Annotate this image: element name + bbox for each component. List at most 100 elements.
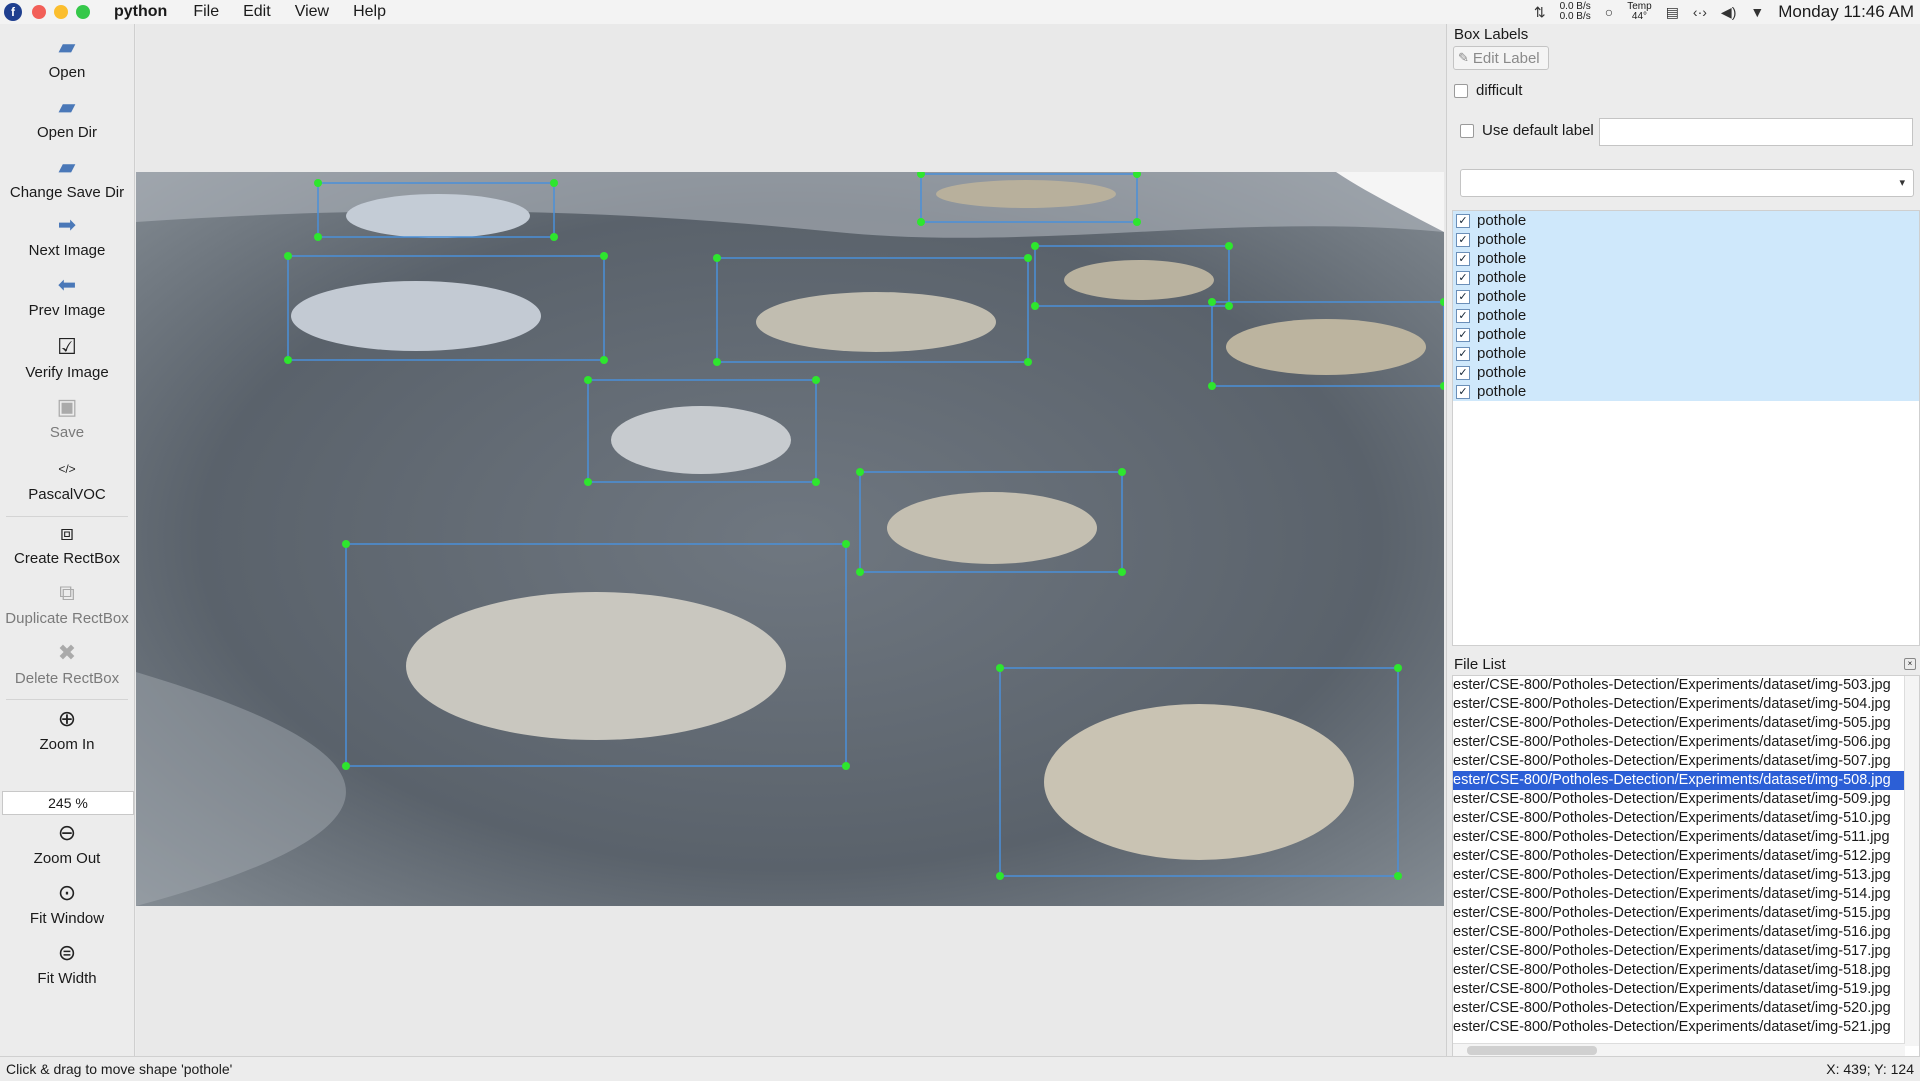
label-list[interactable]: ✓ pothole ✓ pothole ✓ pothole ✓ pothole ✓ pothole… bbox=[1452, 210, 1920, 646]
vertex-handle[interactable] bbox=[1031, 242, 1039, 250]
label-list-item[interactable]: ✓ pothole bbox=[1453, 344, 1919, 363]
open-button[interactable]: ▰ Open bbox=[0, 34, 134, 81]
vertex-handle[interactable] bbox=[856, 468, 864, 476]
menu-edit[interactable]: Edit bbox=[243, 3, 271, 21]
file-list-item[interactable]: ester/CSE-800/Potholes-Detection/Experim… bbox=[1453, 847, 1919, 866]
label-list-item[interactable]: ✓ pothole bbox=[1453, 249, 1919, 268]
file-list-item[interactable]: ester/CSE-800/Potholes-Detection/Experim… bbox=[1453, 885, 1919, 904]
label-list-item[interactable]: ✓ pothole bbox=[1453, 230, 1919, 249]
label-visibility-checkbox[interactable]: ✓ bbox=[1456, 232, 1470, 247]
file-list-item[interactable]: ester/CSE-800/Potholes-Detection/Experim… bbox=[1453, 828, 1919, 847]
prev-image-button[interactable]: ⬅ Prev Image bbox=[0, 272, 134, 319]
zoom-level-field[interactable]: 245 % bbox=[2, 791, 134, 815]
file-list-item[interactable]: ester/CSE-800/Potholes-Detection/Experim… bbox=[1453, 676, 1919, 695]
label-list-item[interactable]: ✓ pothole bbox=[1453, 287, 1919, 306]
edit-label-button[interactable]: ✎ Edit Label bbox=[1453, 46, 1549, 70]
vertex-handle[interactable] bbox=[1394, 664, 1402, 672]
vertex-handle[interactable] bbox=[842, 540, 850, 548]
vertex-handle[interactable] bbox=[284, 356, 292, 364]
label-visibility-checkbox[interactable]: ✓ bbox=[1456, 346, 1470, 361]
change-save-dir-button[interactable]: ▰ Change Save Dir bbox=[0, 154, 134, 201]
clock[interactable]: Monday 11:46 AM bbox=[1778, 2, 1914, 22]
duplicate-rectbox-button[interactable]: ⧉ Duplicate RectBox bbox=[0, 580, 134, 627]
vertex-handle[interactable] bbox=[284, 252, 292, 260]
label-list-item[interactable]: ✓ pothole bbox=[1453, 382, 1919, 401]
lightbulb-icon[interactable]: ○ bbox=[1605, 4, 1613, 20]
file-list-item[interactable]: ester/CSE-800/Potholes-Detection/Experim… bbox=[1453, 923, 1919, 942]
vertex-handle[interactable] bbox=[1225, 242, 1233, 250]
default-label-input[interactable] bbox=[1599, 118, 1913, 146]
file-list-vertical-scrollbar[interactable] bbox=[1904, 676, 1919, 1046]
vertex-handle[interactable] bbox=[550, 233, 558, 241]
fedora-logo-icon[interactable]: f bbox=[4, 3, 22, 21]
dropdown-arrow-icon[interactable]: ▼ bbox=[1750, 4, 1764, 20]
difficult-checkbox[interactable] bbox=[1454, 83, 1468, 98]
file-list-item[interactable]: ester/CSE-800/Potholes-Detection/Experim… bbox=[1453, 790, 1919, 809]
fit-window-button[interactable]: ⊙ Fit Window bbox=[0, 880, 134, 927]
save-button[interactable]: ▣ Save bbox=[0, 394, 134, 441]
label-list-item[interactable]: ✓ pothole bbox=[1453, 325, 1919, 344]
chevron-down-icon[interactable]: ▾ bbox=[1899, 176, 1905, 189]
vertex-handle[interactable] bbox=[842, 762, 850, 770]
vertex-handle[interactable] bbox=[600, 356, 608, 364]
file-list-item[interactable]: ester/CSE-800/Potholes-Detection/Experim… bbox=[1453, 904, 1919, 923]
vertex-handle[interactable] bbox=[812, 478, 820, 486]
file-list-item[interactable]: ester/CSE-800/Potholes-Detection/Experim… bbox=[1453, 980, 1919, 999]
label-visibility-checkbox[interactable]: ✓ bbox=[1456, 270, 1470, 285]
vertex-handle[interactable] bbox=[713, 358, 721, 366]
open-dir-button[interactable]: ▰ Open Dir bbox=[0, 94, 134, 141]
label-visibility-checkbox[interactable]: ✓ bbox=[1456, 308, 1470, 323]
label-filter-combobox[interactable]: ▾ bbox=[1460, 169, 1914, 197]
file-list-item[interactable]: ester/CSE-800/Potholes-Detection/Experim… bbox=[1453, 1018, 1919, 1037]
menu-file[interactable]: File bbox=[193, 3, 219, 21]
vertex-handle[interactable] bbox=[1031, 302, 1039, 310]
vertex-handle[interactable] bbox=[342, 762, 350, 770]
zoom-in-button[interactable]: ⊕ Zoom In bbox=[0, 706, 134, 753]
create-rectbox-button[interactable]: ⧈ Create RectBox bbox=[0, 520, 134, 567]
use-default-label-row[interactable]: Use default label bbox=[1460, 122, 1594, 139]
file-list-item[interactable]: ester/CSE-800/Potholes-Detection/Experim… bbox=[1453, 714, 1919, 733]
clipboard-icon[interactable]: ▤ bbox=[1666, 4, 1679, 21]
label-visibility-checkbox[interactable]: ✓ bbox=[1456, 213, 1470, 228]
vertex-handle[interactable] bbox=[1024, 254, 1032, 262]
file-list-item[interactable]: ester/CSE-800/Potholes-Detection/Experim… bbox=[1453, 961, 1919, 980]
close-window-button[interactable] bbox=[32, 5, 46, 19]
maximize-window-button[interactable] bbox=[76, 5, 90, 19]
label-visibility-checkbox[interactable]: ✓ bbox=[1456, 384, 1470, 399]
vertex-handle[interactable] bbox=[1394, 872, 1402, 880]
label-list-item[interactable]: ✓ pothole bbox=[1453, 211, 1919, 230]
vertex-handle[interactable] bbox=[550, 179, 558, 187]
delete-rectbox-button[interactable]: ✖ Delete RectBox bbox=[0, 640, 134, 687]
vertex-handle[interactable] bbox=[1118, 468, 1126, 476]
verify-image-button[interactable]: ☑ Verify Image bbox=[0, 334, 134, 381]
vertex-handle[interactable] bbox=[1208, 382, 1216, 390]
vertex-handle[interactable] bbox=[314, 233, 322, 241]
zoom-out-button[interactable]: ⊖ Zoom Out bbox=[0, 820, 134, 867]
file-list-item[interactable]: ester/CSE-800/Potholes-Detection/Experim… bbox=[1453, 999, 1919, 1018]
label-list-item[interactable]: ✓ pothole bbox=[1453, 306, 1919, 325]
fit-width-button[interactable]: ⊜ Fit Width bbox=[0, 940, 134, 987]
vertex-handle[interactable] bbox=[1133, 218, 1141, 226]
file-list-item[interactable]: ester/CSE-800/Potholes-Detection/Experim… bbox=[1453, 771, 1919, 790]
dock-float-icon[interactable]: × bbox=[1904, 658, 1916, 670]
label-visibility-checkbox[interactable]: ✓ bbox=[1456, 289, 1470, 304]
vertex-handle[interactable] bbox=[1208, 298, 1216, 306]
menu-view[interactable]: View bbox=[295, 3, 329, 21]
vertex-handle[interactable] bbox=[713, 254, 721, 262]
label-visibility-checkbox[interactable]: ✓ bbox=[1456, 365, 1470, 380]
scrollbar-thumb[interactable] bbox=[1467, 1046, 1597, 1055]
next-image-button[interactable]: ➡ Next Image bbox=[0, 212, 134, 259]
file-list-item[interactable]: ester/CSE-800/Potholes-Detection/Experim… bbox=[1453, 809, 1919, 828]
vertex-handle[interactable] bbox=[584, 478, 592, 486]
vertex-handle[interactable] bbox=[342, 540, 350, 548]
difficult-checkbox-row[interactable]: difficult bbox=[1454, 82, 1522, 99]
vertex-handle[interactable] bbox=[917, 218, 925, 226]
vertex-handle[interactable] bbox=[314, 179, 322, 187]
file-list-item[interactable]: ester/CSE-800/Potholes-Detection/Experim… bbox=[1453, 733, 1919, 752]
file-list[interactable]: ester/CSE-800/Potholes-Detection/Experim… bbox=[1452, 675, 1920, 1059]
use-default-label-checkbox[interactable] bbox=[1460, 123, 1474, 138]
vertex-handle[interactable] bbox=[1024, 358, 1032, 366]
label-visibility-checkbox[interactable]: ✓ bbox=[1456, 327, 1470, 342]
vertex-handle[interactable] bbox=[584, 376, 592, 384]
file-list-item[interactable]: ester/CSE-800/Potholes-Detection/Experim… bbox=[1453, 866, 1919, 885]
